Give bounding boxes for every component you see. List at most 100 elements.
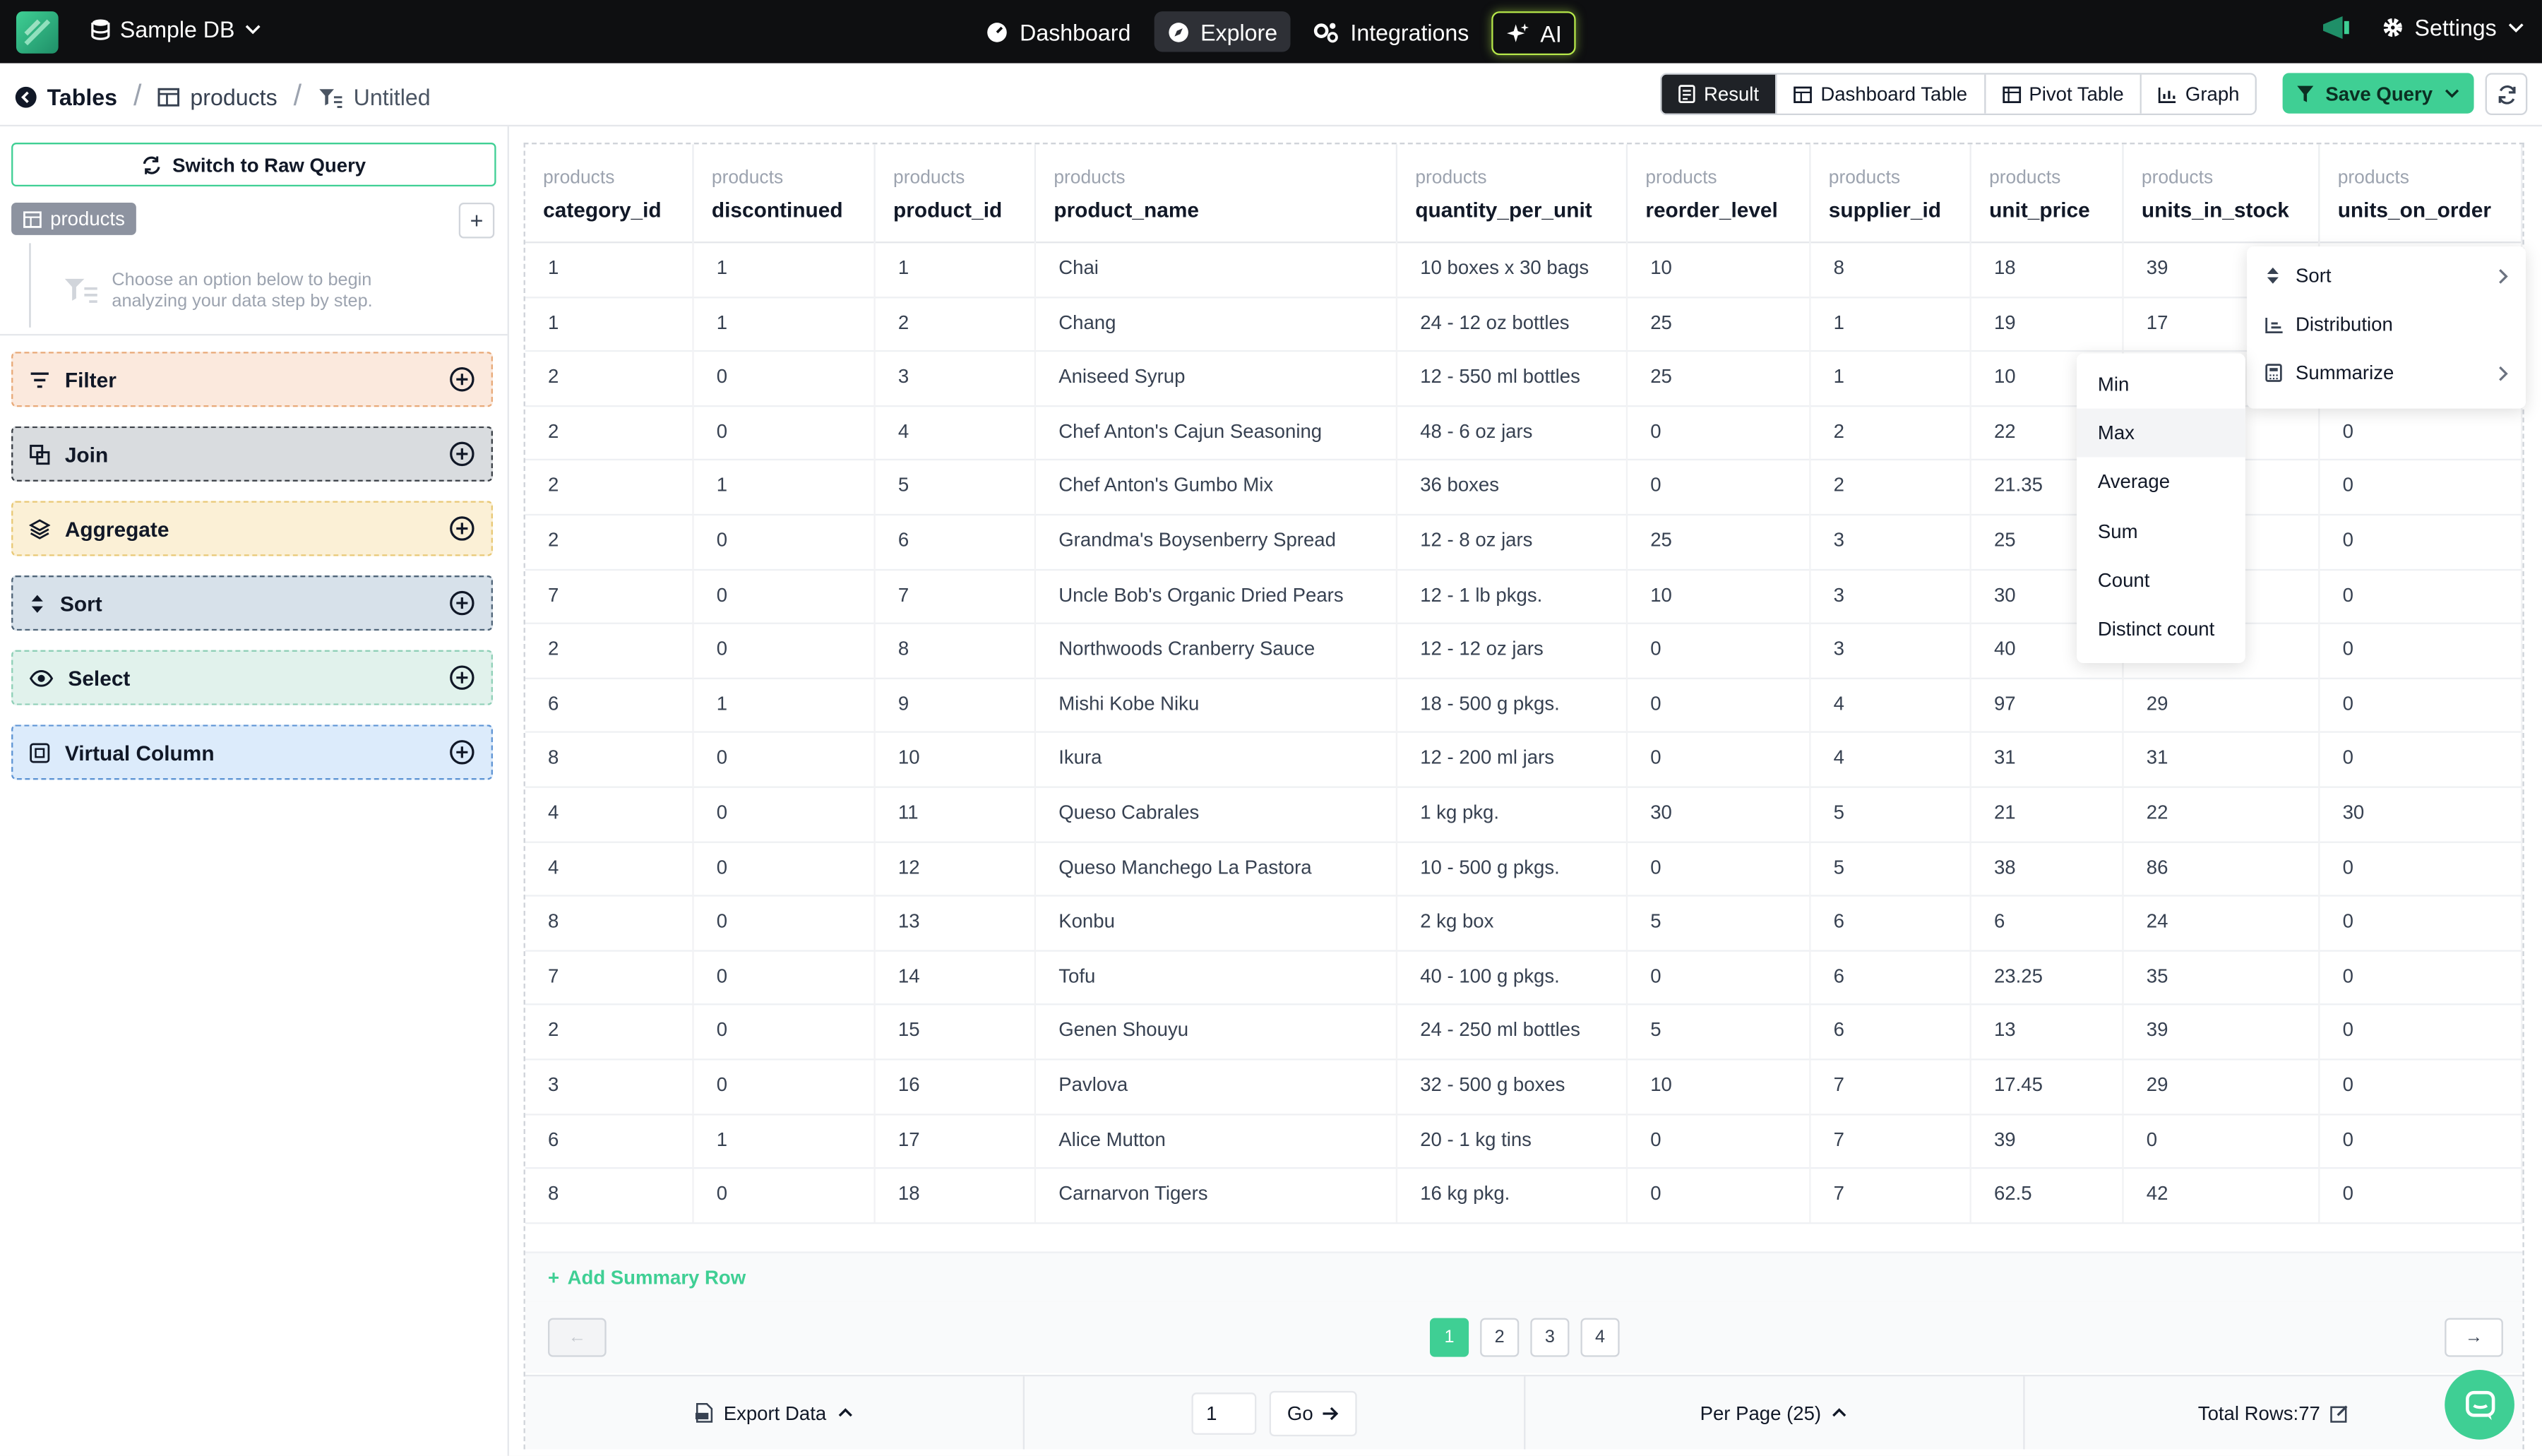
table-row[interactable]: 8 0 13 Konbu 2 kg box 5 6 6 24 0 [525,895,2523,952]
column-menu-summarize[interactable]: Summarize [2247,349,2526,398]
table-cell: 0 [2320,405,2523,460]
breadcrumb-table[interactable]: products [157,83,278,109]
summarize-option-count[interactable]: Count [2077,556,2245,604]
go-label: Go [1287,1401,1313,1424]
column-header-units-in-stock[interactable]: products units_in_stock [2124,144,2320,242]
chat-support-button[interactable] [2445,1370,2514,1440]
step-select-label: Select [68,665,131,690]
add-circle-icon[interactable] [449,366,475,393]
add-circle-icon[interactable] [449,515,475,542]
page-4-button[interactable]: 4 [1580,1318,1620,1357]
page-3-button[interactable]: 3 [1530,1318,1570,1357]
table-row[interactable]: 8 0 18 Carnarvon Tigers 16 kg pkg. 0 7 62.5 42 0 [525,1167,2523,1224]
step-select[interactable]: Select [11,650,493,705]
table-row[interactable]: 4 0 12 Queso Manchego La Pastora 10 - 500 g … [525,840,2523,897]
page-2-button[interactable]: 2 [1480,1318,1520,1357]
megaphone-icon[interactable] [2320,15,2353,41]
nav-explore[interactable]: Explore [1153,11,1291,52]
step-join[interactable]: Join [11,426,493,482]
table-row[interactable]: 1 1 2 Chang 24 - 12 oz bottles 25 1 19 17 [525,296,2523,352]
table-row[interactable]: 6 1 17 Alice Mutton 20 - 1 kg tins 0 7 39 0 0 [525,1113,2523,1169]
nav-dashboard[interactable]: Dashboard [973,11,1144,52]
table-cell: 1 kg pkg. [1397,786,1628,841]
table-row[interactable]: 2 0 15 Genen Shouyu 24 - 250 ml bottles 5 6 13 3… [525,1004,2523,1061]
column-menu-sort[interactable]: Sort [2247,251,2526,300]
table-cell: 24 - 250 ml bottles [1397,1004,1628,1059]
summarize-option-max[interactable]: Max [2077,408,2245,458]
column-header-category-id[interactable]: products category_id [525,144,694,242]
settings-menu[interactable]: Settings [2382,15,2526,40]
tab-pivot-table[interactable]: Pivot Table [1985,74,2142,114]
table-header-row: products category_id products discontinued p… [525,144,2523,244]
table-cell: 3 [1811,513,1971,568]
next-page-button[interactable]: → [2445,1318,2503,1357]
tab-dashboard-table[interactable]: Dashboard Table [1777,74,1986,114]
table-row[interactable]: 8 0 10 Ikura 12 - 200 ml jars 0 4 31 31 0 [525,732,2523,788]
column-header-units-on-order[interactable]: products units_on_order [2320,144,2523,242]
add-circle-icon[interactable] [449,739,475,765]
per-page-control[interactable]: Per Page (25) [1525,1376,2025,1450]
add-circle-icon[interactable] [449,664,475,691]
page-number-input[interactable]: 1 [1191,1392,1257,1434]
prev-page-button[interactable]: ← [548,1318,607,1357]
add-circle-icon[interactable] [449,441,475,467]
add-table-button[interactable]: + [458,202,495,239]
save-query-button[interactable]: Save Query [2282,73,2474,114]
switch-to-raw-query-button[interactable]: Switch to Raw Query [11,143,496,187]
column-header-supplier-id[interactable]: products supplier_id [1811,144,1971,242]
table-row[interactable]: 6 1 9 Mishi Kobe Niku 18 - 500 g pkgs. 0 4 97 29… [525,677,2523,734]
column-header-product-id[interactable]: products product_id [876,144,1037,242]
table-cell: 18 [876,1167,1037,1222]
add-circle-icon[interactable] [449,590,475,616]
table-cell: Ikura [1036,732,1398,787]
export-data-control[interactable]: Export Data [525,1376,1025,1450]
join-icon [29,443,50,465]
table-row[interactable]: 4 0 11 Queso Cabrales 1 kg pkg. 30 5 21 22 30 [525,786,2523,842]
step-filter[interactable]: Filter [11,352,493,407]
summarize-option-average[interactable]: Average [2077,458,2245,506]
database-selector[interactable]: Sample DB [89,16,262,42]
source-table-chip[interactable]: products [11,202,136,235]
table-cell: 23.25 [1971,949,2124,1005]
column-header-reorder-level[interactable]: products reorder_level [1628,144,1811,242]
table-cell: 0 [694,623,876,678]
column-header-unit-price[interactable]: products unit_price [1971,144,2124,242]
empty-state-hint: Choose an option below to begin analyzin… [29,243,468,328]
summarize-option-min[interactable]: Min [2077,360,2245,409]
column-menu-distribution[interactable]: Distribution [2247,300,2526,349]
top-right-actions: Settings [2320,15,2526,41]
table-cell: 25 [1628,296,1811,351]
database-name: Sample DB [119,16,235,42]
edit-icon[interactable] [2330,1403,2350,1423]
summarize-option-distinct-count[interactable]: Distinct count [2077,604,2245,653]
column-header-name: product_name [1054,198,1199,222]
table-row[interactable]: 3 0 16 Pavlova 32 - 500 g boxes 10 7 17.45 29 0 [525,1058,2523,1115]
nav-ai[interactable]: AI [1491,11,1577,56]
add-summary-row-button[interactable]: + Add Summary Row [548,1266,746,1289]
table-row[interactable]: 1 1 1 Chai 10 boxes x 30 bags 10 8 18 39 [525,241,2523,298]
column-header-product-name[interactable]: products product_name [1036,144,1398,242]
table-row[interactable]: 7 0 14 Tofu 40 - 100 g pkgs. 0 6 23.25 35 0 [525,949,2523,1006]
app-logo[interactable] [16,11,59,54]
step-virtual-column[interactable]: Virtual Column [11,724,493,780]
tab-result[interactable]: Result [1661,74,1777,114]
breadcrumb-query[interactable]: Untitled [318,83,431,109]
step-aggregate[interactable]: Aggregate [11,501,493,556]
breadcrumb-tables[interactable]: Tables [15,83,117,109]
page-1-button[interactable]: 1 [1429,1318,1469,1357]
tab-graph[interactable]: Graph [2141,74,2256,114]
sparkles-icon [1507,23,1529,42]
table-cell: 18 [1971,241,2124,297]
column-header-quantity-per-unit[interactable]: products quantity_per_unit [1397,144,1628,242]
table-cell: 10 [876,732,1037,787]
go-button[interactable]: Go [1269,1390,1357,1436]
table-cell: 0 [694,568,876,623]
nav-integrations[interactable]: Integrations [1300,11,1482,52]
step-sort[interactable]: Sort [11,575,493,631]
refresh-button[interactable] [2485,73,2528,116]
summarize-option-sum[interactable]: Sum [2077,507,2245,556]
column-header-discontinued[interactable]: products discontinued [694,144,876,242]
table-cell: 7 [525,568,694,623]
table-cell: 0 [694,1004,876,1059]
table-icon [158,87,180,106]
